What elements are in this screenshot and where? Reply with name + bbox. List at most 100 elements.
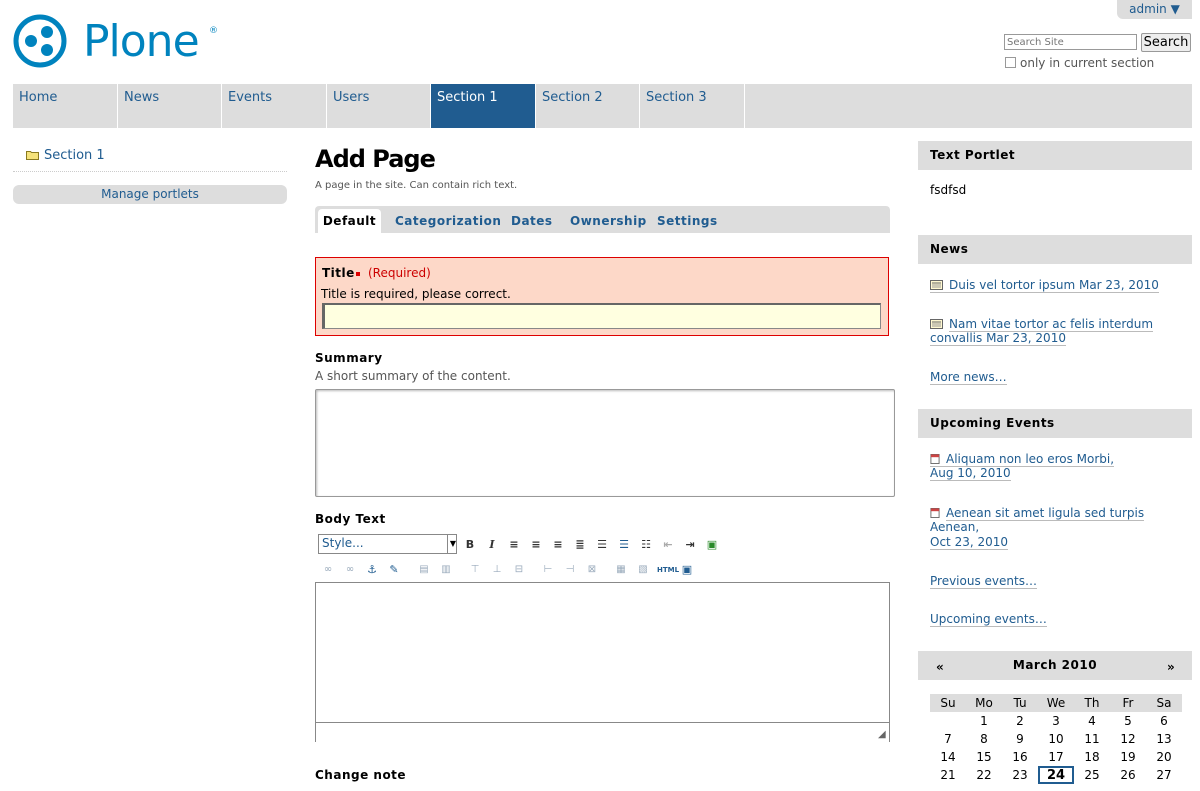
calendar-day[interactable]: 3	[1038, 712, 1074, 730]
left-nav-section-1[interactable]: Section 1	[44, 148, 105, 163]
outdent-icon[interactable]: ⇤	[660, 537, 676, 553]
insert-row-before-icon[interactable]: ⊤	[467, 562, 483, 578]
title-error-message: Title is required, please correct.	[321, 287, 511, 301]
table-icon[interactable]: ▤	[416, 562, 432, 578]
event-item-text-continued[interactable]: Oct 23, 2010	[930, 535, 1008, 550]
insert-column-before-icon[interactable]: ⊢	[540, 562, 556, 578]
search-input[interactable]	[1004, 34, 1137, 50]
event-item[interactable]: Aliquam non leo eros Morbi,	[930, 452, 1115, 467]
calendar-day[interactable]: 16	[1002, 748, 1038, 766]
user-menu[interactable]: admin ▼	[1117, 0, 1192, 19]
search-button[interactable]: Search	[1141, 33, 1191, 52]
event-item-text-continued[interactable]: Aug 10, 2010	[930, 466, 1011, 481]
calendar-day[interactable]: 27	[1146, 766, 1182, 784]
style-select[interactable]: Style...	[318, 534, 457, 554]
calendar-day[interactable]: 20	[1146, 748, 1182, 766]
nav-tab-home[interactable]: Home	[13, 84, 118, 128]
anchor-icon[interactable]: ⚓	[364, 562, 380, 578]
indent-icon[interactable]: ⇥	[682, 537, 698, 553]
tab-categorization[interactable]: Categorization	[395, 214, 501, 228]
numbered-list-icon[interactable]: ☰	[616, 537, 632, 553]
row-icon[interactable]: ▧	[635, 562, 651, 578]
calendar-day[interactable]: 19	[1110, 748, 1146, 766]
news-item-text-continued[interactable]: convallis Mar 23, 2010	[930, 331, 1066, 346]
chevron-down-icon[interactable]: ▼	[447, 535, 458, 553]
calendar-day[interactable]: 9	[1002, 730, 1038, 748]
title-input[interactable]	[322, 303, 881, 329]
tab-ownership[interactable]: Ownership	[570, 214, 647, 228]
calendar-day[interactable]: 6	[1146, 712, 1182, 730]
nav-tab-events[interactable]: Events	[222, 84, 327, 128]
align-justify-icon[interactable]: ≣	[572, 537, 588, 553]
calendar-day[interactable]: 15	[966, 748, 1002, 766]
definition-list-icon[interactable]: ☷	[638, 537, 654, 553]
calendar-day[interactable]: 26	[1110, 766, 1146, 784]
html-source-icon[interactable]: HTML	[657, 562, 679, 578]
summary-textarea[interactable]	[315, 389, 895, 497]
nav-tab-section-3[interactable]: Section 3	[640, 84, 745, 128]
align-right-icon[interactable]: ≡	[550, 537, 566, 553]
tab-default[interactable]: Default	[318, 209, 381, 233]
news-item-text[interactable]: Nam vitae tortor ac felis interdum	[949, 317, 1154, 332]
event-item-text[interactable]: Aenean sit amet ligula sed turpis	[946, 506, 1145, 521]
insert-image-icon[interactable]: ▣	[704, 537, 720, 553]
nav-tab-users[interactable]: Users	[327, 84, 431, 128]
event-item-text[interactable]: Aliquam non leo eros Morbi,	[946, 452, 1114, 466]
resize-grip-icon[interactable]: ◢	[878, 730, 888, 740]
edit-icon[interactable]: ✎	[386, 562, 402, 578]
upcoming-events-link[interactable]: Upcoming events…	[930, 612, 1047, 627]
align-left-icon[interactable]: ≡	[506, 537, 522, 553]
calendar-day[interactable]: 23	[1002, 766, 1038, 784]
calendar-day[interactable]: 14	[930, 748, 966, 766]
plone-logo-icon[interactable]	[13, 14, 69, 70]
event-item[interactable]: Aenean sit amet ligula sed turpis	[930, 506, 1145, 521]
news-item[interactable]: Duis vel tortor ipsum Mar 23, 2010	[930, 278, 1159, 293]
calendar-next-icon[interactable]: »	[1167, 660, 1175, 674]
bold-icon[interactable]: B	[462, 537, 478, 553]
nav-tab-section-2[interactable]: Section 2	[536, 84, 640, 128]
calendar-day[interactable]: 5	[1110, 712, 1146, 730]
calendar-day[interactable]: 12	[1110, 730, 1146, 748]
calendar-day[interactable]: 7	[930, 730, 966, 748]
manage-portlets-button[interactable]: Manage portlets	[13, 185, 287, 204]
insert-column-after-icon[interactable]: ⊣	[562, 562, 578, 578]
calendar-day[interactable]: 22	[966, 766, 1002, 784]
calendar-day[interactable]: 18	[1074, 748, 1110, 766]
logo-text[interactable]: Plone	[83, 17, 200, 67]
calendar-day[interactable]: 17	[1038, 748, 1074, 766]
fullscreen-icon[interactable]: ▣	[679, 562, 695, 578]
calendar-day[interactable]: 2	[1002, 712, 1038, 730]
nav-tab-section-1[interactable]: Section 1	[431, 84, 536, 128]
calendar-week: 123456	[930, 712, 1182, 730]
calendar-day[interactable]: 25	[1074, 766, 1110, 784]
unlink-icon[interactable]: ∞	[342, 562, 358, 578]
folder-icon	[26, 151, 39, 160]
calendar-day[interactable]: 13	[1146, 730, 1182, 748]
calendar-day[interactable]: 10	[1038, 730, 1074, 748]
calendar-day[interactable]: 8	[966, 730, 1002, 748]
previous-events-link[interactable]: Previous events…	[930, 574, 1037, 589]
delete-column-icon[interactable]: ⊠	[584, 562, 600, 578]
more-news-link[interactable]: More news…	[930, 370, 1007, 385]
news-item-text[interactable]: Duis vel tortor ipsum Mar 23, 2010	[949, 278, 1159, 292]
insert-row-after-icon[interactable]: ⊥	[489, 562, 505, 578]
calendar-day[interactable]: 11	[1074, 730, 1110, 748]
bullet-list-icon[interactable]: ☰	[594, 537, 610, 553]
link-icon[interactable]: ∞	[320, 562, 336, 578]
delete-row-icon[interactable]: ⊟	[511, 562, 527, 578]
news-item[interactable]: Nam vitae tortor ac felis interdum	[930, 317, 1154, 332]
calendar-day[interactable]: 21	[930, 766, 966, 784]
tab-settings[interactable]: Settings	[657, 214, 718, 228]
nav-tab-news[interactable]: News	[118, 84, 222, 128]
tab-dates[interactable]: Dates	[511, 214, 553, 228]
cell-icon[interactable]: ▦	[613, 562, 629, 578]
event-item-text-continued[interactable]: Aenean,	[930, 520, 979, 534]
body-text-editor[interactable]	[315, 582, 890, 742]
italic-icon[interactable]: I	[484, 537, 500, 553]
calendar-day[interactable]: 1	[966, 712, 1002, 730]
calendar-day[interactable]: 24	[1038, 766, 1074, 784]
only-current-section-checkbox[interactable]	[1005, 57, 1016, 68]
table-properties-icon[interactable]: ▥	[438, 562, 454, 578]
align-center-icon[interactable]: ≡	[528, 537, 544, 553]
calendar-day[interactable]: 4	[1074, 712, 1110, 730]
